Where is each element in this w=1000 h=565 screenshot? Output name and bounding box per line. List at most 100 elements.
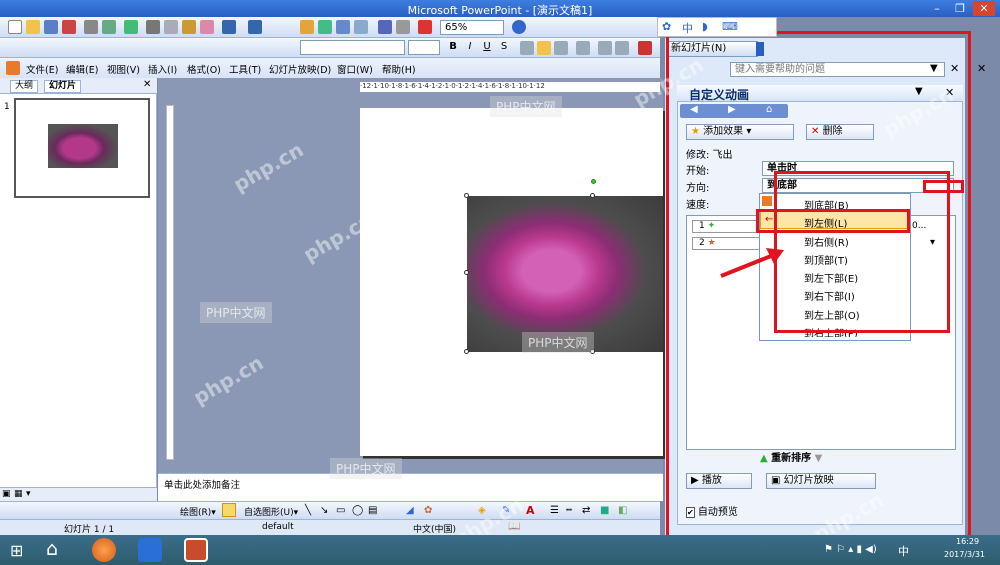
flower-image[interactable] bbox=[464, 179, 663, 354]
security-icon[interactable] bbox=[138, 538, 162, 562]
resize-handle[interactable] bbox=[464, 349, 469, 354]
autopreview-checkbox[interactable]: ✔ 自动预览 bbox=[686, 503, 738, 518]
font-size-select[interactable] bbox=[408, 40, 440, 55]
restore-button[interactable]: ❐ bbox=[949, 1, 971, 16]
clipart-icon[interactable]: ✿ bbox=[424, 505, 432, 516]
tray-ime[interactable]: 中 bbox=[898, 543, 909, 559]
resize-handle[interactable] bbox=[590, 193, 595, 198]
tables-borders-icon[interactable] bbox=[336, 20, 350, 34]
play-button[interactable]: ▶ 播放 bbox=[686, 473, 752, 489]
paste-icon[interactable] bbox=[182, 20, 196, 34]
textbox-icon[interactable]: ▤ bbox=[368, 505, 377, 516]
notes-pane[interactable]: 单击此处添加备注 bbox=[158, 473, 663, 501]
numbering-icon[interactable] bbox=[598, 41, 612, 55]
help-icon[interactable] bbox=[512, 20, 526, 34]
print-preview-icon[interactable] bbox=[102, 20, 116, 34]
app-icon[interactable] bbox=[6, 61, 20, 75]
spelling-icon[interactable] bbox=[124, 20, 138, 34]
format-painter-icon[interactable] bbox=[200, 20, 214, 34]
doc-close-icon[interactable]: ✕ bbox=[977, 62, 986, 75]
menu-window[interactable]: 窗口(W) bbox=[337, 62, 373, 76]
close-button[interactable]: ✕ bbox=[973, 1, 995, 16]
tab-slides[interactable]: 幻灯片 bbox=[44, 80, 82, 93]
arrow-icon[interactable]: ↘ bbox=[320, 505, 328, 516]
ime-mode[interactable]: 中 bbox=[682, 20, 693, 36]
print-icon[interactable] bbox=[84, 20, 98, 34]
chart-icon[interactable] bbox=[300, 20, 314, 34]
redo-icon[interactable] bbox=[248, 20, 262, 34]
slide-thumbnail[interactable] bbox=[14, 98, 150, 198]
rotate-handle[interactable] bbox=[591, 179, 596, 184]
resize-handle[interactable] bbox=[464, 193, 469, 198]
title-bar: Microsoft PowerPoint - [演示文稿1] – ❐ ✕ bbox=[0, 0, 1000, 17]
ime-keyboard-icon[interactable]: ⌨ bbox=[722, 20, 738, 33]
align-left-icon[interactable] bbox=[520, 41, 534, 55]
oval-icon[interactable]: ◯ bbox=[352, 505, 363, 516]
menu-slideshow[interactable]: 幻灯片放映(D) bbox=[269, 62, 331, 76]
align-right-icon[interactable] bbox=[554, 41, 568, 55]
grid-icon[interactable] bbox=[396, 20, 410, 34]
powerpoint-task-icon[interactable] bbox=[184, 538, 208, 562]
browser-icon[interactable] bbox=[92, 538, 116, 562]
underline-icon[interactable]: U bbox=[480, 41, 494, 55]
new-icon[interactable] bbox=[8, 20, 22, 34]
font-color-draw-icon[interactable]: A bbox=[526, 504, 535, 517]
menu-format[interactable]: 格式(O) bbox=[187, 62, 221, 76]
minimize-button[interactable]: – bbox=[926, 1, 948, 16]
font-name-select[interactable] bbox=[300, 40, 405, 55]
ime-punctuation-icon[interactable]: ◗ bbox=[702, 20, 708, 33]
rectangle-icon[interactable]: ▭ bbox=[336, 505, 345, 516]
standard-toolbar: 65% bbox=[0, 17, 660, 38]
close-pane-icon[interactable]: ✕ bbox=[143, 79, 151, 90]
shadow-style-icon[interactable]: ■ bbox=[600, 505, 609, 516]
color-grayscale-icon[interactable] bbox=[418, 20, 432, 34]
shadow-icon[interactable]: S bbox=[497, 41, 511, 55]
bullets-icon[interactable] bbox=[615, 41, 629, 55]
distribute-icon[interactable] bbox=[576, 41, 590, 55]
menu-insert[interactable]: 插入(I) bbox=[148, 62, 177, 76]
start-icon[interactable]: ⊞ bbox=[10, 541, 23, 560]
select-arrow-icon[interactable] bbox=[222, 503, 236, 517]
move-up-icon[interactable]: ▲ bbox=[760, 453, 771, 464]
open-icon[interactable] bbox=[26, 20, 40, 34]
italic-icon[interactable]: I bbox=[463, 41, 477, 55]
bold-icon[interactable]: B bbox=[446, 41, 460, 55]
dash-style-icon[interactable]: ┅ bbox=[566, 505, 572, 516]
slide-number: 1 bbox=[4, 102, 10, 112]
menu-view[interactable]: 视图(V) bbox=[107, 62, 140, 76]
tab-outline[interactable]: 大纲 bbox=[10, 80, 39, 93]
ime-logo-icon[interactable]: ✿ bbox=[662, 20, 671, 33]
font-color-icon[interactable] bbox=[638, 41, 652, 55]
arrow-style-icon[interactable]: ⇄ bbox=[582, 505, 590, 516]
line-icon[interactable]: ╲ bbox=[305, 505, 311, 516]
align-center-icon[interactable] bbox=[537, 41, 551, 55]
wordart-icon[interactable]: ◢ bbox=[406, 505, 414, 516]
insert-image-icon[interactable] bbox=[354, 20, 368, 34]
menu-help[interactable]: 帮助(H) bbox=[382, 62, 416, 76]
autoshapes-menu[interactable]: 自选图形(U)▾ bbox=[244, 505, 298, 518]
table-icon[interactable] bbox=[318, 20, 332, 34]
sorter-view-icon[interactable]: ▦ bbox=[14, 489, 23, 499]
move-down-icon[interactable]: ▼ bbox=[811, 453, 823, 464]
zoom-select[interactable]: 65% bbox=[440, 20, 504, 35]
3d-style-icon[interactable]: ◧ bbox=[618, 505, 627, 516]
line-style-icon[interactable]: ☰ bbox=[550, 505, 559, 516]
permission-icon[interactable] bbox=[62, 20, 76, 34]
menu-tools[interactable]: 工具(T) bbox=[229, 62, 261, 76]
slideshow-view-icon[interactable]: ▾ bbox=[26, 489, 31, 499]
draw-menu[interactable]: 绘图(R)▾ bbox=[180, 505, 216, 518]
undo-icon[interactable] bbox=[222, 20, 236, 34]
home-taskbar-icon[interactable]: ⌂ bbox=[46, 538, 58, 560]
resize-handle[interactable] bbox=[464, 270, 469, 275]
normal-view-icon[interactable]: ▣ bbox=[2, 489, 11, 499]
cut-icon[interactable] bbox=[146, 20, 160, 34]
menu-file[interactable]: 文件(E) bbox=[26, 62, 58, 76]
menu-edit[interactable]: 编辑(E) bbox=[66, 62, 98, 76]
slideshow-button[interactable]: ▣ 幻灯片放映 bbox=[766, 473, 876, 489]
tray-icons[interactable]: ⚑ ⚐ ▴ ▮ ◀) bbox=[824, 544, 877, 555]
copy-icon[interactable] bbox=[164, 20, 178, 34]
save-icon[interactable] bbox=[44, 20, 58, 34]
expand-all-icon[interactable] bbox=[378, 20, 392, 34]
slideshow-icon: ▣ bbox=[771, 475, 784, 486]
play-icon: ▶ bbox=[691, 475, 702, 486]
